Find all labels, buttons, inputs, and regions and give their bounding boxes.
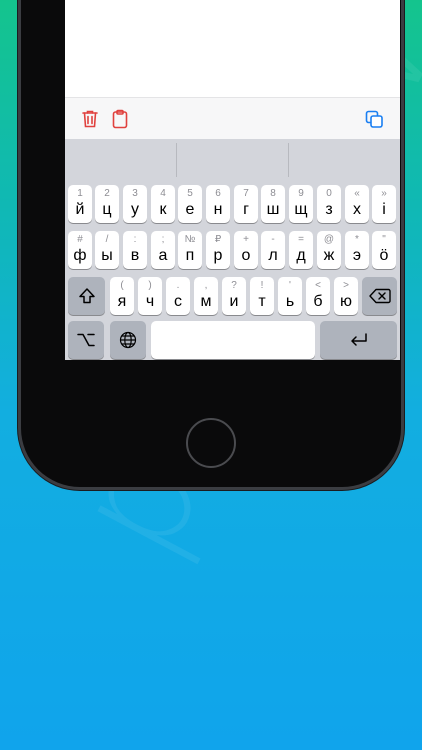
key[interactable]: » і — [372, 185, 396, 223]
key[interactable]: ; а — [151, 231, 175, 269]
shift-key[interactable] — [68, 277, 105, 315]
key[interactable]: + о — [234, 231, 258, 269]
key[interactable]: 0з — [317, 185, 341, 223]
key[interactable]: :в — [123, 231, 147, 269]
return-key[interactable] — [320, 321, 397, 359]
option-key[interactable] — [68, 321, 104, 359]
key[interactable]: № п — [178, 231, 202, 269]
key[interactable]: 5е — [178, 185, 202, 223]
key[interactable]: = д — [289, 231, 313, 269]
home-button[interactable] — [186, 418, 236, 468]
key[interactable]: (я — [110, 277, 134, 315]
phone-frame: 1й 2ц 3у 4к 5е 6н 7г 8ш 9щ 0з «х » і # ф /… — [18, 0, 404, 490]
key[interactable]: .с — [166, 277, 190, 315]
phone-screen: 1й 2ц 3у 4к 5е 6н 7г 8ш 9щ 0з «х » і # ф /… — [65, 0, 400, 360]
key[interactable]: 2ц — [95, 185, 119, 223]
key[interactable]: ,м — [194, 277, 218, 315]
key[interactable]: " ö — [372, 231, 396, 269]
keyboard-toolbar — [65, 97, 400, 139]
key[interactable]: > ю — [334, 277, 358, 315]
key[interactable]: 9щ — [289, 185, 313, 223]
suggestion-slot-2[interactable] — [177, 139, 288, 181]
trash-icon[interactable] — [79, 108, 101, 130]
key[interactable]: < б — [306, 277, 330, 315]
globe-key[interactable] — [110, 321, 146, 359]
key[interactable]: 1й — [68, 185, 92, 223]
suggestion-slot-3[interactable] — [289, 139, 400, 181]
key[interactable]: «х — [345, 185, 369, 223]
key[interactable]: 7г — [234, 185, 258, 223]
key[interactable]: * э — [345, 231, 369, 269]
suggestion-bar — [65, 139, 400, 181]
key[interactable]: ' ь — [278, 277, 302, 315]
key[interactable]: ! т — [250, 277, 274, 315]
key[interactable]: 6н — [206, 185, 230, 223]
key[interactable]: # ф — [68, 231, 92, 269]
delete-key[interactable] — [362, 277, 397, 315]
key[interactable]: ) ч — [138, 277, 162, 315]
key[interactable]: 3у — [123, 185, 147, 223]
key[interactable]: / ы — [95, 231, 119, 269]
clipboard-icon[interactable] — [109, 108, 131, 130]
key[interactable]: ₽ р — [206, 231, 230, 269]
text-area[interactable] — [65, 0, 400, 97]
keyboard: 1й 2ц 3у 4к 5е 6н 7г 8ш 9щ 0з «х » і # ф /… — [65, 139, 400, 360]
suggestion-slot-1[interactable] — [65, 139, 176, 181]
key[interactable]: -л — [261, 231, 285, 269]
key[interactable]: 4к — [151, 185, 175, 223]
key[interactable]: @ ж — [317, 231, 341, 269]
key[interactable]: ? и — [222, 277, 246, 315]
copy-icon[interactable] — [363, 108, 385, 130]
key[interactable]: 8ш — [261, 185, 285, 223]
space-key[interactable] — [151, 321, 315, 359]
